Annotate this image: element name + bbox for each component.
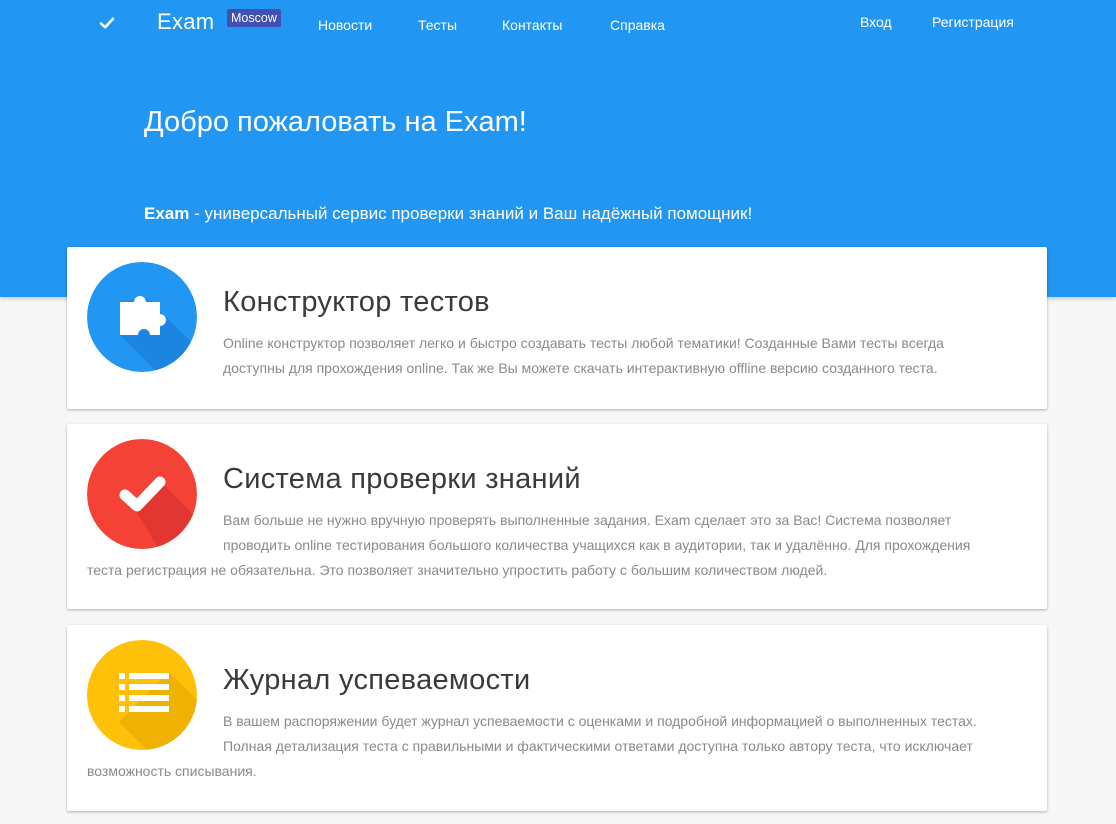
card-text: Вам больше не нужно вручную проверять вы… — [87, 512, 971, 578]
card-title: Журнал успеваемости — [223, 664, 531, 696]
city-badge: Moscow — [227, 9, 281, 27]
card-text: Online конструктор позволяет легко и быс… — [223, 335, 944, 376]
navbar: Exam Moscow Новости Тесты Контакты Справ… — [0, 0, 1116, 50]
nav-tests[interactable]: Тесты — [418, 17, 457, 33]
hero-lead: Exam - универсальный сервис проверки зна… — [144, 204, 752, 224]
nav-news[interactable]: Новости — [318, 17, 372, 33]
hero-lead-text: - универсальный сервис проверки знаний и… — [189, 204, 753, 223]
feature-card-testing: Система проверки знаний Вам больше не ну… — [67, 424, 1047, 609]
brand-check-icon[interactable] — [98, 14, 116, 32]
nav-contacts[interactable]: Контакты — [502, 17, 562, 33]
login-link[interactable]: Вход — [860, 14, 892, 30]
feature-card-constructor: Конструктор тестов Online конструктор по… — [67, 247, 1047, 409]
page-title: Добро пожаловать на Exam! — [144, 106, 527, 138]
check-icon — [87, 439, 197, 549]
register-link[interactable]: Регистрация — [932, 14, 1014, 30]
hero-lead-brand: Exam — [144, 204, 190, 223]
card-title: Конструктор тестов — [223, 286, 490, 318]
card-text: В вашем распоряжении будет журнал успева… — [87, 713, 977, 779]
card-title: Система проверки знаний — [223, 463, 581, 495]
feature-card-journal: Журнал успеваемости В вашем распоряжении… — [67, 625, 1047, 811]
nav-help[interactable]: Справка — [610, 17, 665, 33]
puzzle-icon — [87, 262, 197, 372]
brand-name[interactable]: Exam — [157, 9, 214, 35]
list-icon — [87, 640, 197, 750]
